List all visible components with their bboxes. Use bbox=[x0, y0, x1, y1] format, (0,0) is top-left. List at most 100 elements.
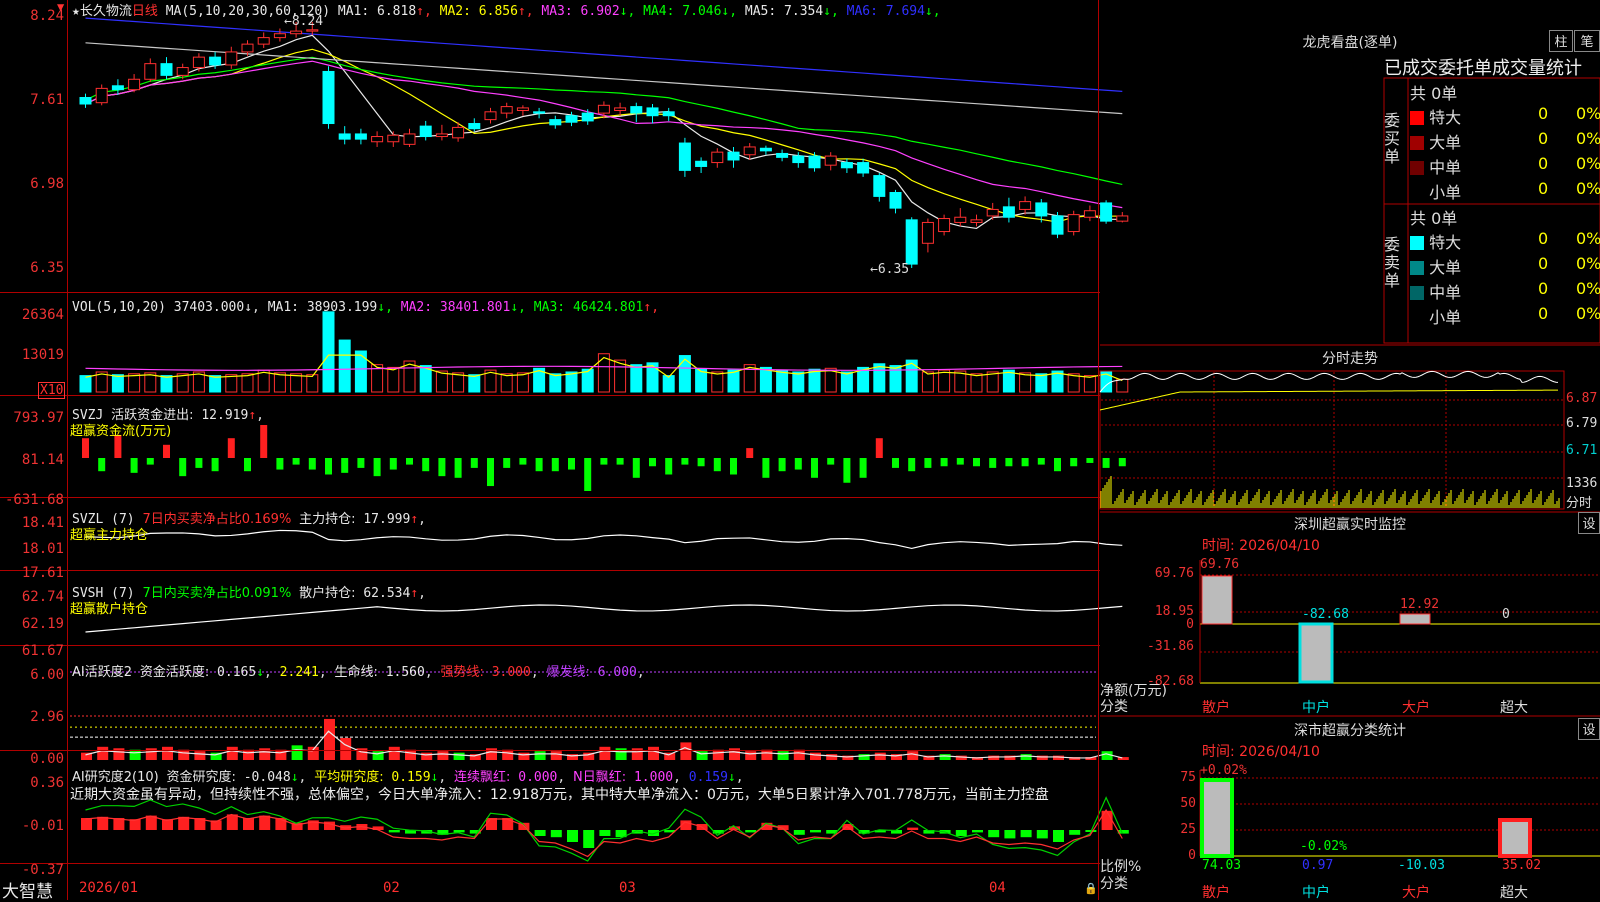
order-row: 小单 bbox=[1410, 179, 1461, 203]
research-bar bbox=[583, 830, 595, 848]
activity-bar bbox=[874, 752, 886, 760]
ma-value: MA6: 7.694 bbox=[838, 4, 925, 19]
stats-tabs[interactable]: 已成交委托单成交量统计 bbox=[1384, 54, 1600, 80]
intraday-price-line bbox=[1099, 370, 1559, 393]
divider bbox=[0, 570, 1100, 571]
ai2-axis-label: -0.37 bbox=[21, 862, 64, 878]
research-bar bbox=[178, 816, 190, 830]
ma-value: MA4: 7.046 bbox=[635, 4, 722, 19]
candle bbox=[500, 106, 513, 114]
fund-flow-bar bbox=[600, 458, 608, 465]
fund-flow-bar bbox=[519, 458, 527, 465]
divider bbox=[0, 750, 1100, 751]
fund-flow-bar bbox=[487, 458, 494, 487]
activity-bar bbox=[550, 751, 562, 760]
activity-bar bbox=[810, 752, 821, 760]
class-xlabel: 分类 bbox=[1100, 876, 1128, 892]
candle bbox=[743, 146, 756, 156]
fund-flow-bar bbox=[389, 458, 397, 470]
fund-flow-bar bbox=[438, 458, 446, 477]
fund-flow-bar bbox=[179, 458, 187, 477]
vol-ma-value: MA3: 46424.801 bbox=[525, 300, 644, 315]
activity-bar bbox=[777, 751, 789, 760]
volume-bar bbox=[759, 366, 772, 393]
activity-bar bbox=[534, 751, 546, 760]
kline-chart-canvas[interactable] bbox=[0, 0, 1600, 900]
activity-bar bbox=[502, 749, 514, 760]
volume-bar bbox=[128, 373, 141, 393]
stock-name: 长久物流 bbox=[79, 4, 132, 19]
fund-flow-bar bbox=[341, 458, 349, 473]
candle bbox=[711, 151, 724, 164]
fund-flow-bar bbox=[859, 458, 867, 478]
activity-bar bbox=[178, 749, 190, 760]
order-type: 中单 bbox=[1429, 158, 1462, 177]
price-axis-label: 7.61 bbox=[30, 92, 64, 108]
monitor-settings-button[interactable]: 设 bbox=[1578, 512, 1600, 534]
fund-flow-bar bbox=[616, 458, 624, 465]
candle bbox=[144, 63, 157, 80]
candle bbox=[354, 133, 367, 140]
lock-icon[interactable]: 🔒 bbox=[1084, 882, 1098, 895]
research-line bbox=[85, 796, 1123, 862]
price-header: ★长久物流日线 MA(5,10,20,30,60,120) MA1: 6.818… bbox=[72, 4, 941, 19]
volume-bar bbox=[1019, 372, 1032, 393]
candle bbox=[1083, 210, 1096, 218]
monitor-value: 12.92 bbox=[1400, 597, 1440, 612]
order-type: 大单 bbox=[1429, 133, 1462, 152]
candle bbox=[516, 107, 529, 112]
class-top-label: -0.02% bbox=[1300, 839, 1347, 854]
order-pct: 0% bbox=[1576, 154, 1600, 173]
activity-bar bbox=[437, 751, 449, 760]
order-pct: 0% bbox=[1576, 179, 1600, 198]
intraday-title: 分时走势 bbox=[1322, 351, 1378, 367]
activity-bar bbox=[793, 749, 805, 760]
color-swatch bbox=[1410, 136, 1424, 150]
mid-bar bbox=[1298, 622, 1334, 684]
activity-bar bbox=[680, 742, 692, 760]
candle bbox=[889, 192, 902, 209]
research-bar bbox=[1036, 830, 1048, 839]
ai1-axis-label: 0.00 bbox=[30, 751, 64, 767]
candle bbox=[565, 115, 578, 123]
order-row: 大单 bbox=[1410, 254, 1461, 278]
fund-flow-bar bbox=[195, 458, 203, 468]
candle bbox=[630, 106, 643, 114]
volume-bar bbox=[387, 366, 400, 393]
fund-flow-bar bbox=[422, 458, 430, 472]
activity-bar bbox=[324, 718, 335, 760]
fund-flow-bar bbox=[632, 458, 640, 478]
order-count: 0 bbox=[1538, 154, 1549, 173]
order-row: 大单 bbox=[1410, 129, 1461, 153]
fund-flow-bar bbox=[146, 458, 154, 465]
activity-bar bbox=[388, 746, 400, 760]
research-bar bbox=[226, 814, 238, 830]
research-bar bbox=[972, 830, 983, 833]
volume-bar bbox=[921, 371, 934, 393]
class-value: 0.97 bbox=[1302, 858, 1334, 873]
svzj-axis-label: 81.14 bbox=[21, 452, 64, 468]
class-settings-button[interactable]: 设 bbox=[1578, 718, 1600, 740]
research-bar bbox=[243, 818, 254, 830]
color-swatch bbox=[1410, 111, 1424, 125]
ai2-comment: 近期大资金虽有异动，但持续性不强，总体偏空，今日大单净流入：12.918万元，其… bbox=[70, 787, 1049, 803]
svzl-axis-label: 18.41 bbox=[21, 515, 64, 531]
bar-view-button[interactable]: 柱 bbox=[1549, 30, 1573, 52]
ma5-line bbox=[85, 34, 1123, 230]
candle bbox=[905, 219, 918, 265]
class-value: 74.03 bbox=[1202, 858, 1242, 873]
svzj-axis-label: -631.68 bbox=[4, 492, 64, 508]
candle bbox=[646, 107, 659, 117]
fund-flow-bar bbox=[308, 458, 316, 470]
ai2-axis-label: -0.01 bbox=[21, 818, 64, 834]
ma-value: MA5: 7.354 bbox=[737, 4, 824, 19]
research-bar bbox=[1053, 830, 1064, 842]
fund-flow-bar bbox=[1070, 458, 1078, 467]
activity-bar bbox=[421, 752, 433, 760]
tick-view-button[interactable]: 笔 bbox=[1574, 30, 1600, 52]
fund-flow-bar bbox=[924, 458, 932, 468]
buy-side-label: 委买单 bbox=[1384, 111, 1401, 166]
candle bbox=[273, 33, 286, 39]
volume-bar bbox=[241, 373, 254, 393]
candle bbox=[840, 162, 853, 169]
